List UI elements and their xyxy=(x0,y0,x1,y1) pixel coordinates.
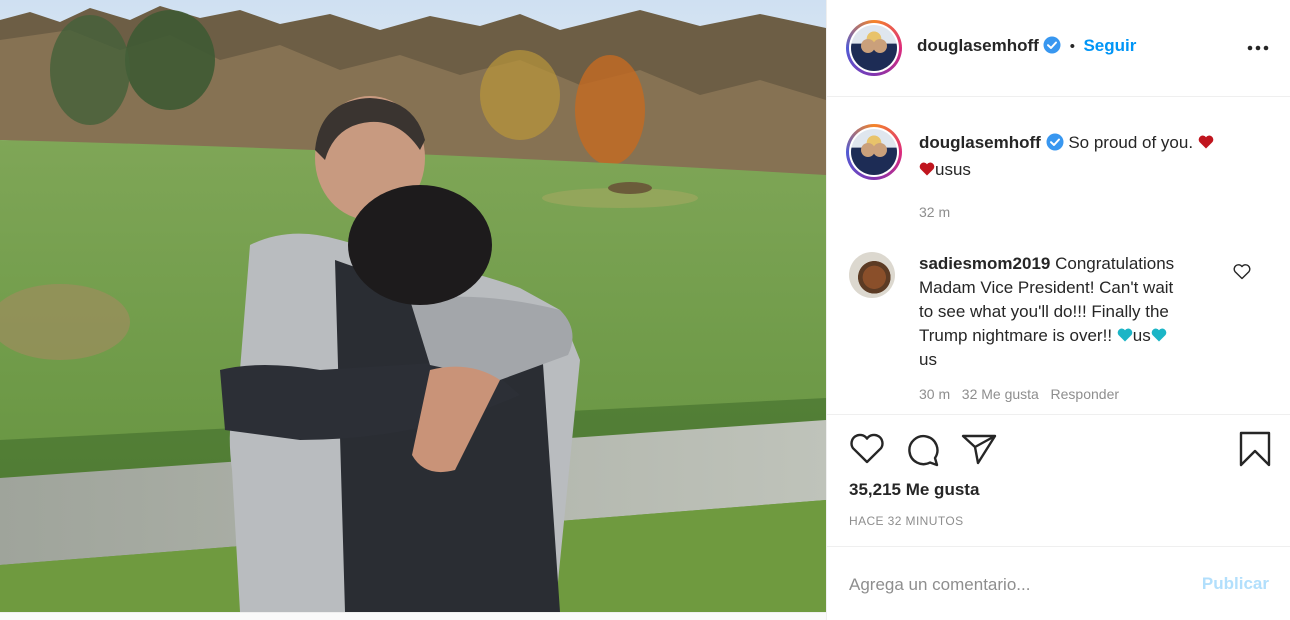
header-username[interactable]: douglasemhoff xyxy=(917,36,1039,55)
follow-button[interactable]: Seguir xyxy=(1083,36,1136,55)
comment-meta: 30 m 32 Me gusta Responder xyxy=(919,386,1219,402)
publish-button[interactable]: Publicar xyxy=(1202,574,1269,594)
reply-button[interactable]: Responder xyxy=(1051,386,1120,402)
more-options-icon[interactable] xyxy=(1247,38,1269,58)
teal-heart-icon xyxy=(1151,326,1167,345)
post-photo-illustration xyxy=(0,0,826,612)
instagram-post-view: douglasemhoff • Seguir douglasemhoff So … xyxy=(0,0,1290,620)
caption-text: So proud of you. xyxy=(1068,133,1194,152)
teal-heart-icon xyxy=(1117,326,1133,345)
comments-list[interactable]: douglasemhoff So proud of you. usus 32 m… xyxy=(827,98,1290,412)
post-header: douglasemhoff • Seguir xyxy=(827,0,1290,97)
caption: douglasemhoff So proud of you. usus 32 m xyxy=(919,131,1259,220)
caption-avatar[interactable] xyxy=(846,124,902,180)
post-photo[interactable] xyxy=(0,0,826,612)
comment-like-icon[interactable] xyxy=(1233,264,1251,285)
comment-item: sadiesmom2019 Congratulations Madam Vice… xyxy=(919,252,1219,402)
comment-text-line: Congratulations xyxy=(1055,254,1175,273)
comment-username[interactable]: sadiesmom2019 xyxy=(919,254,1050,273)
verified-badge-icon xyxy=(1043,36,1061,59)
comment-avatar[interactable] xyxy=(849,252,895,298)
save-bookmark-icon[interactable] xyxy=(1239,431,1271,472)
header-avatar[interactable] xyxy=(846,20,902,76)
likes-count[interactable]: 35,215 Me gusta xyxy=(849,480,979,500)
caption-flag-text: usus xyxy=(935,160,971,179)
comment-text-line: Trump nightmare is over!! xyxy=(919,326,1113,345)
caption-username[interactable]: douglasemhoff xyxy=(919,133,1041,152)
post-side-panel: douglasemhoff • Seguir douglasemhoff So … xyxy=(826,0,1290,620)
avatar-photo xyxy=(851,25,897,71)
verified-badge-icon xyxy=(1046,133,1064,158)
red-heart-icon xyxy=(919,160,935,179)
comment-bubble-icon[interactable] xyxy=(905,433,941,472)
add-comment-bar: Publicar xyxy=(827,546,1290,620)
comment-time[interactable]: 30 m xyxy=(919,386,950,402)
avatar-photo xyxy=(851,129,897,175)
comment-text-line: us xyxy=(1132,326,1151,345)
comment-likes[interactable]: 32 Me gusta xyxy=(962,386,1039,402)
red-heart-icon xyxy=(1198,133,1214,152)
like-heart-icon[interactable] xyxy=(849,433,885,470)
comment-text-line: Madam Vice President! Can't wait xyxy=(919,278,1174,297)
share-send-icon[interactable] xyxy=(961,433,997,470)
comment-text-line: us xyxy=(919,350,937,369)
post-actions: 35,215 Me gusta HACE 32 MINUTOS xyxy=(827,414,1290,546)
comment-text-line: to see what you'll do!!! Finally the xyxy=(919,302,1169,321)
header-separator: • xyxy=(1069,38,1076,55)
comment-input[interactable] xyxy=(849,571,1179,599)
photo-bottom-strip xyxy=(0,612,826,620)
caption-time[interactable]: 32 m xyxy=(919,204,1259,220)
header-title-row: douglasemhoff • Seguir xyxy=(917,36,1136,59)
posted-time[interactable]: HACE 32 MINUTOS xyxy=(849,514,963,528)
